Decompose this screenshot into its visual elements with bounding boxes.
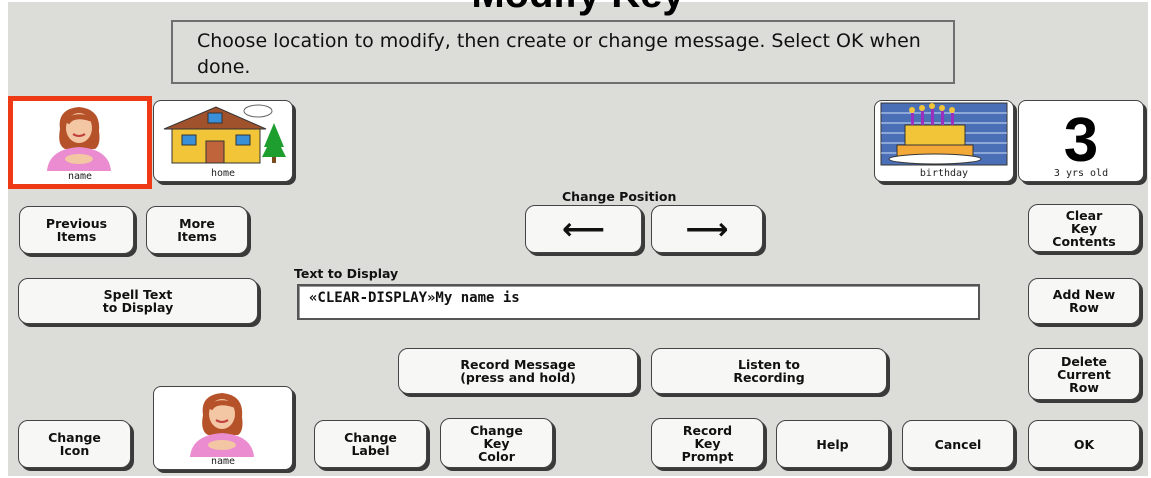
clear-key-contents-button[interactable]: Clear Key Contents xyxy=(1028,204,1140,252)
instruction-text: Choose location to modify, then create o… xyxy=(171,20,955,84)
preview-caption: name xyxy=(210,456,236,467)
arrow-right-icon: ⟶ xyxy=(685,211,729,247)
ok-button[interactable]: OK xyxy=(1028,420,1140,468)
previous-items-button[interactable]: Previous Items xyxy=(19,206,134,254)
text-to-display-label: Text to Display xyxy=(294,266,399,281)
more-items-button[interactable]: More Items xyxy=(146,206,248,254)
key-tile-name[interactable]: name xyxy=(8,96,152,189)
tile-caption: birthday xyxy=(919,168,969,179)
key-preview-tile[interactable]: name xyxy=(153,386,293,470)
add-new-row-button[interactable]: Add New Row xyxy=(1028,278,1140,324)
key-tile-age[interactable]: 3 3 yrs old xyxy=(1018,100,1144,182)
change-position-label: Change Position xyxy=(562,189,677,204)
tile-caption: home xyxy=(210,168,236,179)
listen-to-recording-button[interactable]: Listen to Recording xyxy=(651,348,887,394)
key-tile-home[interactable]: home xyxy=(153,100,293,182)
birthday-cake-icon xyxy=(880,102,1008,166)
house-icon xyxy=(163,104,286,164)
tile-caption: 3 yrs old xyxy=(1053,168,1109,179)
record-key-prompt-button[interactable]: Record Key Prompt xyxy=(651,418,764,468)
person-icon xyxy=(47,107,111,171)
arrow-left-icon: ⟵ xyxy=(561,211,605,247)
move-right-button[interactable]: ⟶ xyxy=(651,205,763,253)
cancel-button[interactable]: Cancel xyxy=(902,420,1014,468)
move-left-button[interactable]: ⟵ xyxy=(525,205,642,253)
spell-text-button[interactable]: Spell Text to Display xyxy=(18,278,258,324)
change-icon-button[interactable]: Change Icon xyxy=(18,420,131,468)
key-tile-birthday[interactable]: birthday xyxy=(874,100,1014,182)
record-message-button[interactable]: Record Message (press and hold) xyxy=(398,348,638,394)
change-key-color-button[interactable]: Change Key Color xyxy=(440,418,553,468)
text-to-display-field[interactable]: «CLEAR-DISPLAY»My name is xyxy=(297,284,980,320)
help-button[interactable]: Help xyxy=(776,420,889,468)
window-title: Modify Key xyxy=(8,0,1148,17)
tile-caption: name xyxy=(67,171,93,182)
change-label-button[interactable]: Change Label xyxy=(314,420,427,468)
delete-current-row-button[interactable]: Delete Current Row xyxy=(1028,348,1140,400)
person-icon xyxy=(190,393,254,457)
modify-key-panel: Modify Key Choose location to modify, th… xyxy=(8,0,1148,476)
